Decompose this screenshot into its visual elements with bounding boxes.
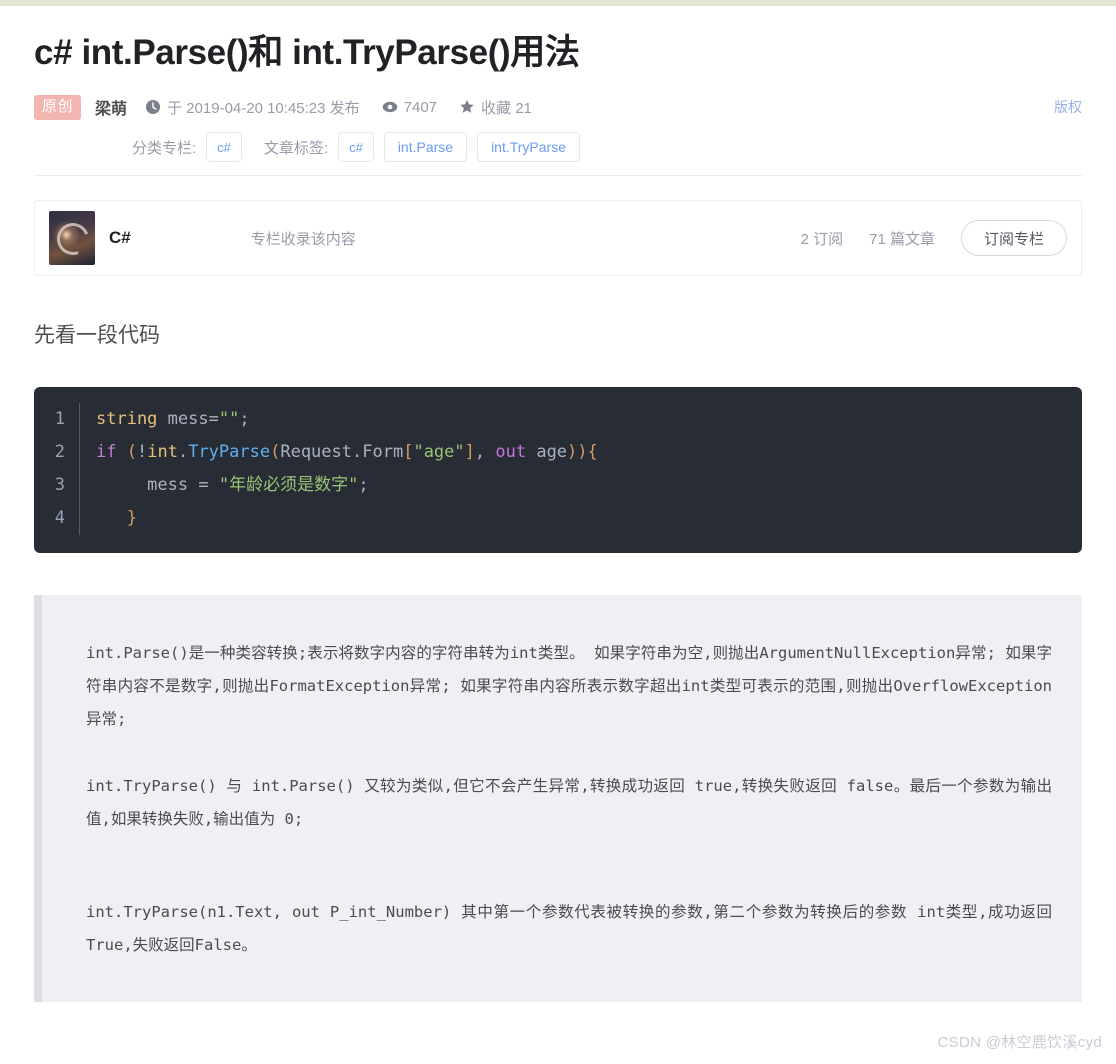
subscribe-button[interactable]: 订阅专栏: [960, 220, 1067, 256]
code-line: 1 string mess="";: [34, 403, 1082, 436]
article-tag-2[interactable]: int.TryParse: [477, 132, 581, 162]
column-card[interactable]: C# 专栏收录该内容 2 订阅 71 篇文章 订阅专栏: [34, 200, 1082, 276]
line-number: 2: [34, 436, 80, 469]
line-number: 1: [34, 403, 80, 436]
code-line-text: }: [96, 508, 137, 528]
code-line-text: string mess="";: [96, 409, 250, 429]
code-line: 4 }: [34, 502, 1082, 535]
article-page: c# int.Parse()和 int.TryParse()用法 原创 梁萌 于…: [0, 30, 1116, 1002]
code-line-text: mess = "年龄必须是数字";: [96, 475, 369, 495]
author-name[interactable]: 梁萌: [95, 95, 127, 119]
code-block[interactable]: 1 string mess=""; 2 if (!int.TryParse(Re…: [34, 387, 1082, 553]
tags-row: 分类专栏: c# 文章标签: c# int.Parse int.TryParse: [34, 129, 1082, 165]
note-paragraph-3: int.TryParse(n1.Text, out P_int_Number) …: [86, 903, 1052, 954]
view-count: 7407: [382, 99, 437, 116]
section-heading: 先看一段代码: [34, 324, 160, 347]
column-description: 专栏收录该内容: [250, 230, 356, 248]
eye-icon: [382, 99, 398, 115]
code-line-text: if (!int.TryParse(Request.Form["age"], o…: [96, 442, 598, 462]
column-subscriber-count: 2 订阅: [800, 230, 844, 248]
article-tag-1[interactable]: int.Parse: [383, 132, 468, 162]
top-accent-strip: [0, 0, 1116, 6]
status-badge-original: 原创: [34, 94, 82, 120]
line-number: 3: [34, 469, 80, 502]
publish-time-text: 于 2019-04-20 10:45:23 发布: [167, 99, 360, 117]
article-tag-0[interactable]: c#: [338, 132, 374, 162]
column-name[interactable]: C#: [109, 228, 131, 248]
view-count-text: 7407: [403, 98, 438, 116]
article-meta: 原创 梁萌 于 2019-04-20 10:45:23 发布 7407 收藏 2…: [34, 90, 1082, 176]
category-tag[interactable]: c#: [206, 132, 242, 162]
note-blockquote: int.Parse()是一种类容转换;表示将数字内容的字符串转为int类型。 如…: [34, 595, 1082, 1002]
column-thumbnail-image: [49, 211, 95, 265]
note-spacer: [86, 870, 1052, 896]
meta-primary-row: 原创 梁萌 于 2019-04-20 10:45:23 发布 7407 收藏 2…: [34, 90, 1082, 124]
code-line: 3 mess = "年龄必须是数字";: [34, 469, 1082, 502]
column-article-count: 71 篇文章: [869, 230, 935, 248]
category-label: 分类专栏:: [132, 139, 197, 157]
star-icon: [459, 99, 475, 115]
copyright-link[interactable]: 版权: [1054, 97, 1082, 117]
collect-count[interactable]: 收藏 21: [459, 97, 532, 118]
page-title: c# int.Parse()和 int.TryParse()用法: [34, 33, 580, 72]
line-number: 4: [34, 502, 80, 535]
code-line: 2 if (!int.TryParse(Request.Form["age"],…: [34, 436, 1082, 469]
clock-icon: [145, 99, 161, 115]
csdn-watermark: CSDN @林空鹿饮溪cyd: [937, 1034, 1102, 1051]
publish-time: 于 2019-04-20 10:45:23 发布: [145, 97, 360, 118]
tags-label: 文章标签:: [263, 139, 329, 157]
note-paragraph-1: int.Parse()是一种类容转换;表示将数字内容的字符串转为int类型。 如…: [86, 644, 1052, 728]
note-paragraph-2: int.TryParse() 与 int.Parse() 又较为类似,但它不会产…: [86, 777, 1052, 828]
article-body: 先看一段代码 1 string mess=""; 2 if (!int.TryP…: [34, 321, 1082, 1002]
collect-count-text: 收藏 21: [481, 99, 532, 117]
